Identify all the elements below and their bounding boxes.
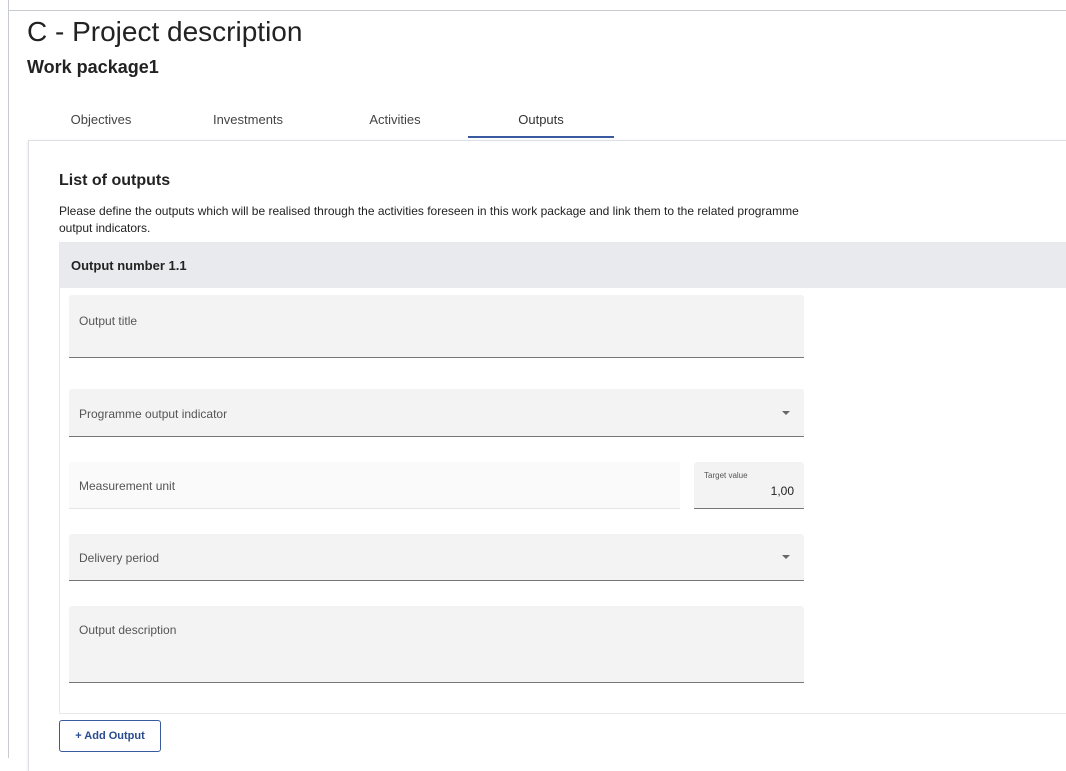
programme-output-indicator-select[interactable]: Programme output indicator: [69, 389, 804, 437]
frame-top-border: [8, 10, 1066, 11]
output-title-field[interactable]: Output title: [69, 295, 804, 358]
frame-left-border: [8, 0, 9, 758]
delivery-period-select[interactable]: Delivery period: [69, 534, 804, 581]
page-title: C - Project description: [27, 16, 303, 47]
programme-output-indicator-label: Programme output indicator: [79, 407, 228, 421]
tab-investments[interactable]: Investments: [174, 100, 322, 138]
target-value-field[interactable]: Target value 1,00: [694, 462, 804, 509]
add-output-button[interactable]: + Add Output: [59, 720, 161, 752]
measurement-unit-field: Measurement unit: [69, 462, 680, 509]
target-value-label: Target value: [704, 471, 748, 480]
measurement-unit-label: Measurement unit: [79, 479, 176, 493]
tab-bar: Objectives Investments Activities Output…: [28, 100, 1066, 138]
output-description-field[interactable]: Output description: [69, 606, 804, 683]
section-title: List of outputs: [59, 172, 171, 189]
output-description-label: Output description: [79, 623, 177, 637]
tab-objectives[interactable]: Objectives: [28, 100, 174, 138]
delivery-period-label: Delivery period: [79, 551, 160, 565]
output-number-label: Output number 1.1: [71, 258, 187, 273]
section-description: Please define the outputs which will be …: [59, 204, 799, 235]
work-package-title: Work package1: [27, 57, 159, 77]
output-title-label: Output title: [79, 314, 138, 328]
chevron-down-icon: [782, 410, 790, 415]
tab-outputs[interactable]: Outputs: [468, 100, 614, 138]
output-header: Output number 1.1: [60, 243, 1066, 288]
target-value: 1,00: [770, 484, 794, 498]
tab-activities[interactable]: Activities: [322, 100, 468, 138]
chevron-down-icon: [782, 555, 790, 559]
